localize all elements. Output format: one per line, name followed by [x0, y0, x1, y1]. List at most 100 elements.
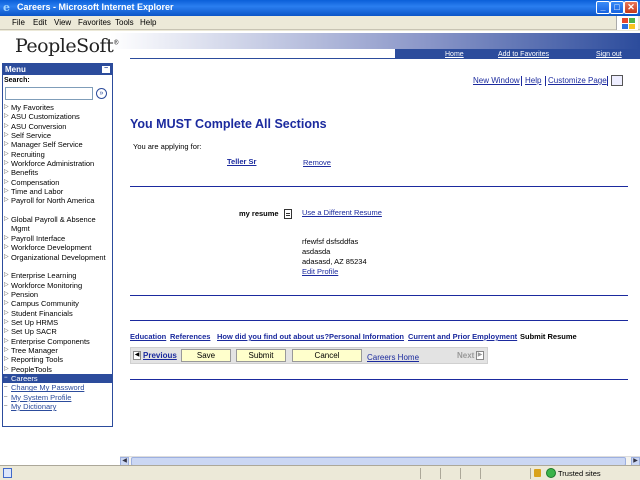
tab-personal-information[interactable]: Personal Information — [329, 332, 404, 341]
save-button[interactable]: Save — [181, 349, 231, 362]
print-icon[interactable] — [611, 75, 623, 86]
submit-button[interactable]: Submit — [236, 349, 286, 362]
menu-item-label: Enterprise Learning — [11, 271, 77, 281]
menu-item-payroll-for-north-america[interactable]: ▷ Payroll for North America — [3, 196, 112, 215]
menu-item-peopletools[interactable]: ▷ PeopleTools — [3, 365, 112, 374]
menu-item-set-up-hrms[interactable]: ▷ Set Up HRMS — [3, 318, 112, 327]
menu-item-pension[interactable]: ▷ Pension — [3, 290, 112, 299]
minimize-button[interactable]: _ — [596, 1, 610, 14]
expand-arrow-icon: ▷ — [4, 356, 9, 363]
use-different-resume-link[interactable]: Use a Different Resume — [302, 208, 382, 217]
left-menu: Menu − Search: » ▷ My Favorites ▷ ASU Custo… — [2, 63, 113, 427]
scroll-right-icon[interactable]: ▶ — [631, 457, 640, 465]
new-window-link[interactable]: New Window — [473, 76, 520, 85]
menu-item-label: Payroll for North America — [11, 196, 95, 206]
sign-out-link[interactable]: Sign out — [596, 51, 622, 58]
menu-item-label: Careers — [11, 373, 38, 383]
tab-how-did-you-find-us[interactable]: How did you find out about us? — [217, 332, 329, 341]
menu-item-label: Set Up HRMS — [11, 317, 59, 327]
status-cell — [420, 468, 438, 479]
menu-item-label: Self Service — [11, 131, 52, 141]
tab-references[interactable]: References — [170, 332, 210, 341]
horizontal-scrollbar[interactable]: ◀ ▶ — [120, 456, 640, 465]
menu-item-manager-self-service[interactable]: ▷ Manager Self Service — [3, 140, 112, 149]
status-cell — [480, 468, 498, 479]
expand-arrow-icon: ▷ — [4, 132, 9, 139]
resume-document-icon — [284, 209, 292, 219]
menu-item-label: Workforce Monitoring — [11, 280, 83, 290]
menu-item-time-and-labor[interactable]: ▷ Time and Labor — [3, 187, 112, 196]
home-link[interactable]: Home — [445, 51, 464, 58]
menu-item-workforce-development[interactable]: ▷ Workforce Development — [3, 243, 112, 252]
section-divider — [130, 379, 628, 380]
ie-icon: e — [3, 1, 10, 14]
menu-item-student-financials[interactable]: ▷ Student Financials — [3, 309, 112, 318]
edit-profile-link[interactable]: Edit Profile — [302, 267, 338, 276]
expand-arrow-icon: ▷ — [4, 150, 9, 157]
menu-subitem-my-system-profile[interactable]: – My System Profile — [3, 393, 112, 402]
menu-help[interactable]: Help — [140, 18, 156, 27]
menu-item-asu-customizations[interactable]: ▷ ASU Customizations — [3, 112, 112, 121]
close-button[interactable]: ✕ — [624, 1, 638, 14]
menu-favorites[interactable]: Favorites — [78, 18, 111, 27]
scroll-thumb[interactable] — [131, 457, 626, 465]
job-link[interactable]: Teller Sr — [227, 157, 256, 166]
help-link[interactable]: Help — [525, 76, 541, 85]
menu-item-enterprise-components[interactable]: ▷ Enterprise Components — [3, 337, 112, 346]
menu-item-careers[interactable]: − Careers — [3, 373, 112, 384]
menu-item-self-service[interactable]: ▷ Self Service — [3, 131, 112, 140]
next-arrow-icon: ▶ — [476, 351, 484, 360]
menu-item-label: Reporting Tools — [11, 355, 63, 365]
menu-view[interactable]: View — [54, 18, 71, 27]
status-bar: Trusted sites — [0, 465, 640, 480]
menu-tools[interactable]: Tools — [115, 18, 134, 27]
tab-education[interactable]: Education — [130, 332, 166, 341]
expand-arrow-icon: ▷ — [4, 300, 9, 307]
menu-item-set-up-sacr[interactable]: ▷ Set Up SACR — [3, 327, 112, 336]
menu-subitem-my-dictionary[interactable]: – My Dictionary — [3, 402, 112, 411]
menu-item-workforce-monitoring[interactable]: ▷ Workforce Monitoring — [3, 281, 112, 290]
menu-item-label: Organizational Development — [11, 252, 106, 262]
add-to-favorites-link[interactable]: Add to Favorites — [498, 51, 549, 58]
menu-item-label: Compensation — [11, 177, 60, 187]
menu-item-enterprise-learning[interactable]: ▷ Enterprise Learning — [3, 271, 112, 280]
menu-file[interactable]: File — [12, 18, 25, 27]
menu-item-workforce-administration[interactable]: ▷ Workforce Administration — [3, 159, 112, 168]
expand-arrow-icon: ▷ — [4, 281, 9, 288]
menu-item-global-payroll-absence-mgmt[interactable]: ▷ Global Payroll & Absence Mgmt — [3, 215, 112, 234]
menu-item-label: Enterprise Components — [11, 336, 90, 346]
menu-item-tree-manager[interactable]: ▷ Tree Manager — [3, 346, 112, 355]
cancel-button[interactable]: Cancel — [292, 349, 362, 362]
tab-employment[interactable]: Current and Prior Employment — [408, 332, 517, 341]
menu-item-asu-conversion[interactable]: ▷ ASU Conversion — [3, 122, 112, 131]
previous-link[interactable]: Previous — [143, 351, 177, 360]
careers-home-link[interactable]: Careers Home — [367, 353, 419, 362]
menu-item-label: Manager Self Service — [11, 140, 83, 150]
menu-subitem-change-my-password[interactable]: – Change My Password — [3, 383, 112, 392]
menu-item-label: Student Financials — [11, 308, 73, 318]
menu-item-payroll-interface[interactable]: ▷ Payroll Interface — [3, 234, 112, 243]
tab-submit-resume: Submit Resume — [520, 332, 577, 341]
peoplesoft-logo: PeopleSoft® — [15, 35, 119, 57]
menu-item-reporting-tools[interactable]: ▷ Reporting Tools — [3, 355, 112, 364]
collapse-menu-button[interactable]: − — [102, 65, 110, 73]
menu-edit[interactable]: Edit — [33, 18, 47, 27]
expand-arrow-icon: ▷ — [4, 253, 9, 260]
scroll-left-icon[interactable]: ◀ — [120, 457, 129, 465]
search-go-icon[interactable]: » — [96, 88, 107, 99]
remove-link[interactable]: Remove — [303, 158, 331, 167]
expand-arrow-icon: ▷ — [4, 272, 9, 279]
menu-item-organizational-development[interactable]: ▷ Organizational Development — [3, 253, 112, 272]
previous-arrow-icon[interactable]: ◀ — [133, 351, 141, 360]
menu-search-input[interactable] — [5, 87, 93, 100]
menu-item-benefits[interactable]: ▷ Benefits — [3, 168, 112, 177]
menu-item-campus-community[interactable]: ▷ Campus Community — [3, 299, 112, 308]
expand-arrow-icon: ▷ — [4, 318, 9, 325]
maximize-button[interactable]: □ — [610, 1, 624, 14]
menu-item-my-favorites[interactable]: ▷ My Favorites — [3, 103, 112, 112]
menu-item-compensation[interactable]: ▷ Compensation — [3, 178, 112, 187]
header-divider — [130, 58, 640, 59]
menu-item-recruiting[interactable]: ▷ Recruiting — [3, 150, 112, 159]
menu-item-label: PeopleTools — [11, 364, 52, 374]
customize-page-link[interactable]: Customize Page — [548, 76, 607, 85]
